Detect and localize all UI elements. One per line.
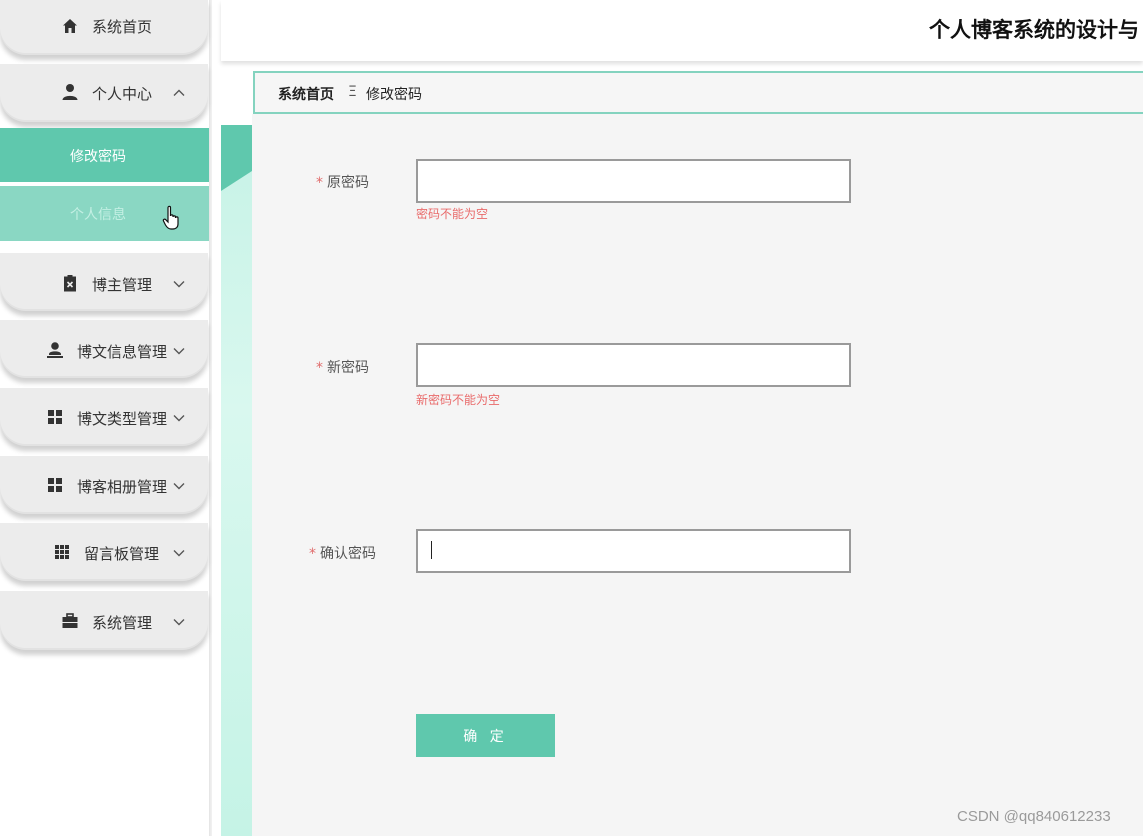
sidebar-item-album-management[interactable]: 博客相册管理 <box>0 456 208 514</box>
submit-button[interactable]: 确 定 <box>416 714 555 757</box>
breadcrumb: 系统首页 Ξ 修改密码 <box>253 71 1143 114</box>
sidebar-item-label: 系统首页 <box>92 18 153 36</box>
decorative-strip <box>221 125 252 836</box>
sidebar-item-label: 博文类型管理 <box>77 410 168 428</box>
grid-icon <box>46 408 64 426</box>
sidebar-item-label: 个人中心 <box>92 85 153 103</box>
sidebar-item-post-type-management[interactable]: 博文类型管理 <box>0 388 208 446</box>
old-password-input[interactable] <box>416 159 851 203</box>
sidebar: 系统首页 个人中心 修改密码 个人信息 博主管理 博文信息管理 博文类型管理 博… <box>0 0 212 836</box>
sidebar-item-personal-center[interactable]: 个人中心 <box>0 64 208 122</box>
sidebar-item-post-management[interactable]: 博文信息管理 <box>0 320 208 378</box>
clipboard-icon <box>61 274 79 292</box>
old-password-label-text: 原密码 <box>327 175 369 191</box>
confirm-password-label-text: 确认密码 <box>320 546 376 562</box>
new-password-label-text: 新密码 <box>327 360 369 376</box>
chevron-down-icon <box>172 615 186 629</box>
sidebar-item-system-management[interactable]: 系统管理 <box>0 591 208 650</box>
required-mark: * <box>316 360 323 376</box>
sidebar-item-label: 博文信息管理 <box>77 343 168 361</box>
sidebar-item-label: 留言板管理 <box>84 545 160 563</box>
confirm-password-label: * 确认密码 <box>309 543 376 563</box>
chevron-down-icon <box>172 546 186 560</box>
breadcrumb-current: 修改密码 <box>366 87 422 103</box>
sidebar-item-message-board-management[interactable]: 留言板管理 <box>0 523 208 581</box>
sidebar-item-label: 系统管理 <box>92 614 153 632</box>
sidebar-item-label: 博主管理 <box>92 276 153 294</box>
top-header: 个人博客系统的设计与 <box>221 0 1143 61</box>
breadcrumb-home-link[interactable]: 系统首页 <box>278 84 334 104</box>
sidebar-item-blogger-management[interactable]: 博主管理 <box>0 253 208 311</box>
watermark: CSDN @qq840612233 <box>957 808 1111 825</box>
decorative-wedge <box>221 125 252 191</box>
sidebar-subitem-label: 个人信息 <box>70 207 126 223</box>
chevron-down-icon <box>172 277 186 291</box>
apps-icon <box>53 543 71 561</box>
home-icon <box>61 17 79 35</box>
sidebar-subitem-change-password[interactable]: 修改密码 <box>0 128 209 182</box>
sidebar-subitem-label: 修改密码 <box>70 149 126 165</box>
old-password-error: 密码不能为空 <box>416 207 489 221</box>
chevron-down-icon <box>172 411 186 425</box>
sidebar-item-label: 博客相册管理 <box>77 478 168 496</box>
confirm-password-input[interactable] <box>416 529 851 573</box>
required-mark: * <box>309 546 316 562</box>
grid-icon <box>46 476 64 494</box>
sidebar-divider <box>209 0 212 836</box>
briefcase-icon <box>61 612 79 630</box>
page-title: 个人博客系统的设计与 <box>929 18 1139 42</box>
user-icon <box>61 83 79 101</box>
main-content <box>252 114 1143 836</box>
required-mark: * <box>316 175 323 191</box>
chevron-down-icon <box>172 479 186 493</box>
chevron-up-icon <box>172 86 186 100</box>
old-password-label: * 原密码 <box>316 172 369 192</box>
sidebar-item-home[interactable]: 系统首页 <box>0 0 208 55</box>
breadcrumb-separator: Ξ <box>348 84 357 100</box>
new-password-error: 新密码不能为空 <box>416 393 501 407</box>
text-cursor <box>431 541 432 559</box>
chevron-down-icon <box>172 344 186 358</box>
new-password-input[interactable] <box>416 343 851 387</box>
new-password-label: * 新密码 <box>316 357 369 377</box>
person-icon <box>46 341 64 359</box>
hand-pointer-icon <box>162 205 182 231</box>
